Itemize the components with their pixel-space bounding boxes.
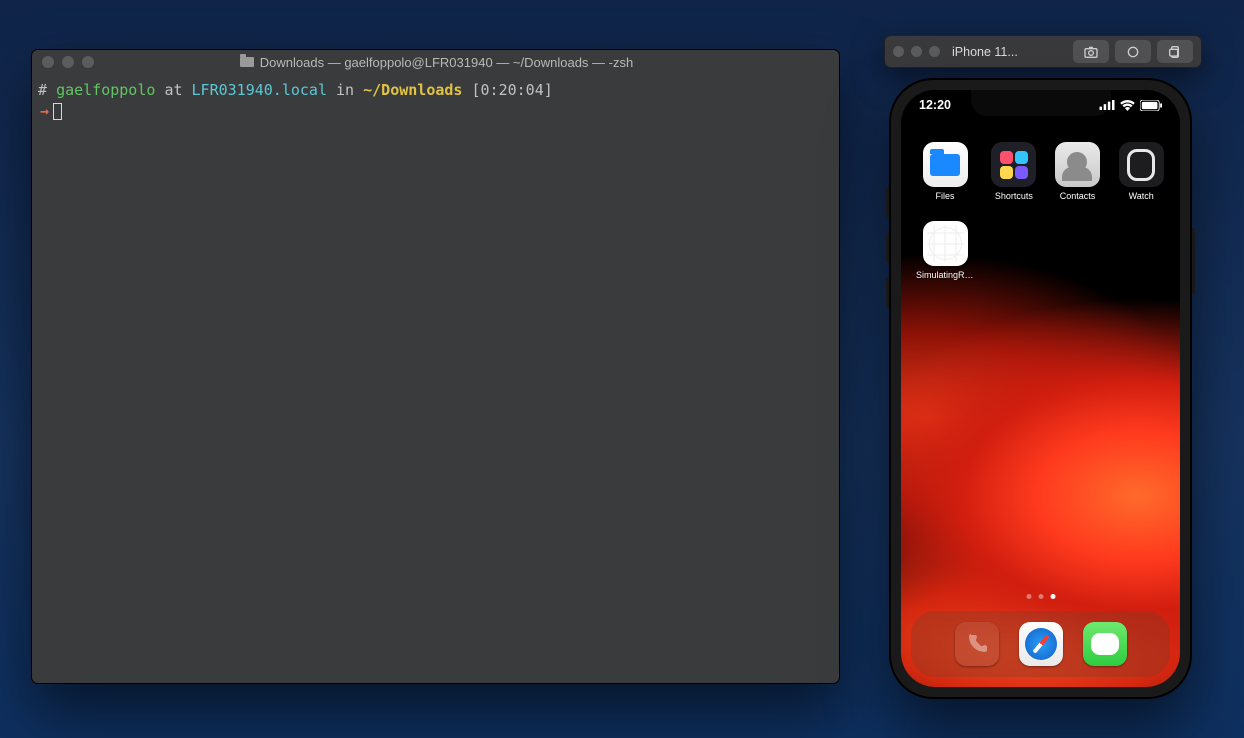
page-dot <box>1026 594 1031 599</box>
cursor <box>53 103 62 120</box>
app-label: Files <box>935 191 954 201</box>
close-button[interactable] <box>893 46 904 57</box>
app-label: Watch <box>1129 191 1154 201</box>
prompt-in: in <box>336 81 354 99</box>
app-phone[interactable] <box>955 622 999 666</box>
blank-app-icon <box>923 221 968 266</box>
window-controls <box>893 46 940 57</box>
circle-icon <box>1125 44 1141 60</box>
dock <box>911 611 1170 677</box>
prompt-at: at <box>164 81 182 99</box>
prompt-user: gaelfoppolo <box>56 81 155 99</box>
rotate-button[interactable] <box>1157 40 1193 63</box>
home-grid: Files Shortcuts Contacts Watch Simul <box>916 142 1165 280</box>
app-label: Contacts <box>1060 191 1096 201</box>
phone-frame: 12:20 Fil <box>889 78 1192 699</box>
signal-icon <box>1099 100 1115 110</box>
home-button[interactable] <box>1115 40 1151 63</box>
prompt-time: [0:20:04] <box>472 81 553 99</box>
battery-icon <box>1140 100 1162 111</box>
app-shortcuts[interactable]: Shortcuts <box>990 142 1038 201</box>
prompt-line: # gaelfoppolo at LFR031940.local in ~/Do… <box>38 80 833 100</box>
app-files[interactable]: Files <box>916 142 974 201</box>
terminal-titlebar[interactable]: Downloads — gaelfoppolo@LFR031940 — ~/Do… <box>32 50 839 74</box>
terminal-title-text: Downloads — gaelfoppolo@LFR031940 — ~/Do… <box>260 55 633 70</box>
status-clock: 12:20 <box>919 98 951 112</box>
terminal-window[interactable]: Downloads — gaelfoppolo@LFR031940 — ~/Do… <box>31 49 840 684</box>
app-simulatingrem[interactable]: SimulatingRem... <box>916 221 974 280</box>
app-label: Shortcuts <box>995 191 1033 201</box>
phone-icon <box>965 632 989 656</box>
prompt-host: LFR031940.local <box>192 81 327 99</box>
simulator-title: iPhone 11... <box>946 45 1067 59</box>
zoom-button[interactable] <box>929 46 940 57</box>
app-watch[interactable]: Watch <box>1117 142 1165 201</box>
safari-icon <box>1025 628 1057 660</box>
rotate-icon <box>1167 44 1183 60</box>
simulator-toolbar[interactable]: iPhone 11... <box>884 35 1202 68</box>
page-dot <box>1038 594 1043 599</box>
wifi-icon <box>1120 100 1135 111</box>
prompt-hash: # <box>38 81 47 99</box>
status-bar: 12:20 <box>901 98 1180 112</box>
app-safari[interactable] <box>1019 622 1063 666</box>
messages-icon <box>1091 633 1119 655</box>
prompt-path: ~/Downloads <box>363 81 462 99</box>
app-messages[interactable] <box>1083 622 1127 666</box>
shortcuts-icon <box>991 142 1036 187</box>
contacts-icon <box>1055 142 1100 187</box>
minimize-button[interactable] <box>911 46 922 57</box>
screenshot-button[interactable] <box>1073 40 1109 63</box>
folder-icon <box>240 57 254 67</box>
files-icon <box>923 142 968 187</box>
terminal-body[interactable]: # gaelfoppolo at LFR031940.local in ~/Do… <box>32 74 839 127</box>
watch-icon <box>1119 142 1164 187</box>
camera-icon <box>1083 44 1099 60</box>
page-indicator[interactable] <box>1026 594 1055 599</box>
terminal-title: Downloads — gaelfoppolo@LFR031940 — ~/Do… <box>34 55 839 70</box>
phone-screen[interactable]: 12:20 Fil <box>901 90 1180 687</box>
app-label: SimulatingRem... <box>916 270 974 280</box>
prompt-arrow-icon: → <box>38 101 49 121</box>
input-line[interactable]: → <box>38 101 833 121</box>
app-contacts[interactable]: Contacts <box>1054 142 1102 201</box>
page-dot-active <box>1050 594 1055 599</box>
